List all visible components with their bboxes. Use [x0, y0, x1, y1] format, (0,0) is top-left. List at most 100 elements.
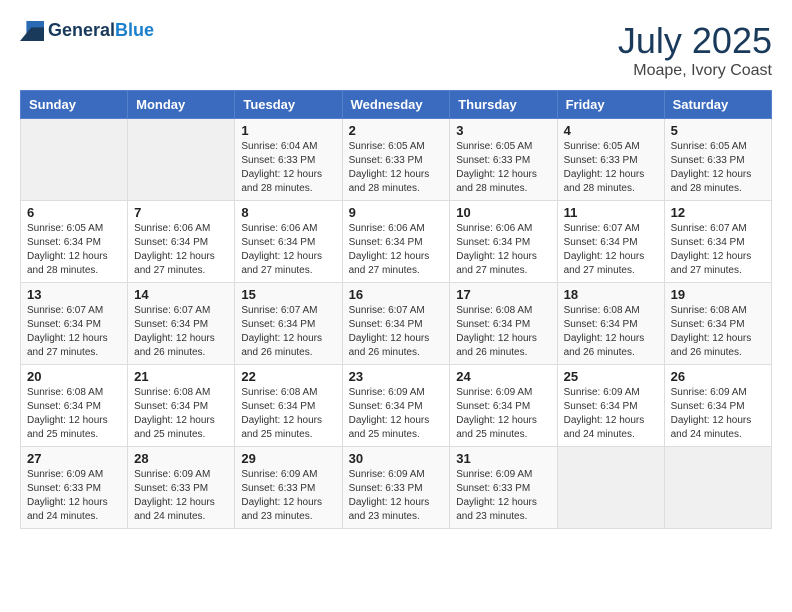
week-row-2: 6 Sunrise: 6:05 AMSunset: 6:34 PMDaylight… — [21, 201, 772, 283]
day-info: Sunrise: 6:09 AMSunset: 6:34 PMDaylight:… — [564, 386, 658, 442]
day-number: 23 — [349, 369, 444, 384]
day-info: Sunrise: 6:05 AMSunset: 6:34 PMDaylight:… — [27, 222, 121, 278]
day-info: Sunrise: 6:07 AMSunset: 6:34 PMDaylight:… — [134, 304, 228, 360]
calendar-cell: 30 Sunrise: 6:09 AMSunset: 6:33 PMDayligh… — [342, 447, 450, 529]
logo-text: GeneralBlue — [48, 20, 154, 41]
day-number: 25 — [564, 369, 658, 384]
day-number: 30 — [349, 451, 444, 466]
day-info: Sunrise: 6:05 AMSunset: 6:33 PMDaylight:… — [671, 140, 765, 196]
calendar-cell: 31 Sunrise: 6:09 AMSunset: 6:33 PMDayligh… — [450, 447, 557, 529]
calendar-cell — [128, 119, 235, 201]
day-number: 9 — [349, 205, 444, 220]
day-info: Sunrise: 6:09 AMSunset: 6:33 PMDaylight:… — [241, 468, 335, 524]
day-info: Sunrise: 6:08 AMSunset: 6:34 PMDaylight:… — [564, 304, 658, 360]
header-friday: Friday — [557, 91, 664, 119]
day-number: 14 — [134, 287, 228, 302]
calendar-cell: 10Sunrise: 6:06 AMSunset: 6:34 PMDayligh… — [450, 201, 557, 283]
week-row-4: 20 Sunrise: 6:08 AMSunset: 6:34 PMDayligh… — [21, 365, 772, 447]
title-area: July 2025 Moape, Ivory Coast — [618, 20, 772, 80]
day-number: 31 — [456, 451, 550, 466]
day-number: 11 — [564, 205, 658, 220]
header: GeneralBlue July 2025 Moape, Ivory Coast — [20, 20, 772, 80]
header-saturday: Saturday — [664, 91, 771, 119]
calendar-cell: 27 Sunrise: 6:09 AMSunset: 6:33 PMDayligh… — [21, 447, 128, 529]
day-number: 28 — [134, 451, 228, 466]
day-number: 24 — [456, 369, 550, 384]
calendar-cell: 19 Sunrise: 6:08 AMSunset: 6:34 PMDayligh… — [664, 283, 771, 365]
calendar-cell: 24 Sunrise: 6:09 AMSunset: 6:34 PMDayligh… — [450, 365, 557, 447]
day-number: 19 — [671, 287, 765, 302]
logo-general: General — [48, 20, 115, 40]
calendar-cell: 20 Sunrise: 6:08 AMSunset: 6:34 PMDayligh… — [21, 365, 128, 447]
day-info: Sunrise: 6:09 AMSunset: 6:33 PMDaylight:… — [456, 468, 550, 524]
logo: GeneralBlue — [20, 20, 154, 41]
day-info: Sunrise: 6:08 AMSunset: 6:34 PMDaylight:… — [134, 386, 228, 442]
week-row-1: 1Sunrise: 6:04 AMSunset: 6:33 PMDaylight… — [21, 119, 772, 201]
month-title: July 2025 — [618, 20, 772, 62]
weekday-header-row: SundayMondayTuesdayWednesdayThursdayFrid… — [21, 91, 772, 119]
day-info: Sunrise: 6:09 AMSunset: 6:34 PMDaylight:… — [671, 386, 765, 442]
calendar-cell: 5 Sunrise: 6:05 AMSunset: 6:33 PMDaylight… — [664, 119, 771, 201]
header-wednesday: Wednesday — [342, 91, 450, 119]
header-tuesday: Tuesday — [235, 91, 342, 119]
calendar-cell: 18 Sunrise: 6:08 AMSunset: 6:34 PMDayligh… — [557, 283, 664, 365]
day-number: 20 — [27, 369, 121, 384]
day-info: Sunrise: 6:06 AMSunset: 6:34 PMDaylight:… — [241, 222, 335, 278]
calendar-cell: 7 Sunrise: 6:06 AMSunset: 6:34 PMDaylight… — [128, 201, 235, 283]
calendar-cell: 9 Sunrise: 6:06 AMSunset: 6:34 PMDaylight… — [342, 201, 450, 283]
day-info: Sunrise: 6:08 AMSunset: 6:34 PMDaylight:… — [671, 304, 765, 360]
calendar-cell: 29Sunrise: 6:09 AMSunset: 6:33 PMDayligh… — [235, 447, 342, 529]
logo-icon — [20, 21, 44, 41]
day-number: 3 — [456, 123, 550, 138]
day-info: Sunrise: 6:06 AMSunset: 6:34 PMDaylight:… — [134, 222, 228, 278]
day-info: Sunrise: 6:07 AMSunset: 6:34 PMDaylight:… — [671, 222, 765, 278]
calendar-cell: 4Sunrise: 6:05 AMSunset: 6:33 PMDaylight… — [557, 119, 664, 201]
calendar: SundayMondayTuesdayWednesdayThursdayFrid… — [20, 90, 772, 529]
header-thursday: Thursday — [450, 91, 557, 119]
day-number: 18 — [564, 287, 658, 302]
week-row-3: 13 Sunrise: 6:07 AMSunset: 6:34 PMDayligh… — [21, 283, 772, 365]
calendar-cell — [21, 119, 128, 201]
day-info: Sunrise: 6:07 AMSunset: 6:34 PMDaylight:… — [241, 304, 335, 360]
calendar-cell: 14 Sunrise: 6:07 AMSunset: 6:34 PMDayligh… — [128, 283, 235, 365]
day-info: Sunrise: 6:06 AMSunset: 6:34 PMDaylight:… — [349, 222, 444, 278]
day-number: 2 — [349, 123, 444, 138]
logo-blue: Blue — [115, 20, 154, 40]
day-number: 10 — [456, 205, 550, 220]
day-info: Sunrise: 6:08 AMSunset: 6:34 PMDaylight:… — [27, 386, 121, 442]
day-number: 26 — [671, 369, 765, 384]
day-number: 15 — [241, 287, 335, 302]
day-info: Sunrise: 6:09 AMSunset: 6:34 PMDaylight:… — [456, 386, 550, 442]
day-info: Sunrise: 6:09 AMSunset: 6:33 PMDaylight:… — [27, 468, 121, 524]
day-info: Sunrise: 6:05 AMSunset: 6:33 PMDaylight:… — [349, 140, 444, 196]
calendar-cell: 28 Sunrise: 6:09 AMSunset: 6:33 PMDayligh… — [128, 447, 235, 529]
day-number: 6 — [27, 205, 121, 220]
day-number: 16 — [349, 287, 444, 302]
calendar-cell: 2 Sunrise: 6:05 AMSunset: 6:33 PMDaylight… — [342, 119, 450, 201]
day-info: Sunrise: 6:08 AMSunset: 6:34 PMDaylight:… — [241, 386, 335, 442]
day-number: 1 — [241, 123, 335, 138]
day-info: Sunrise: 6:07 AMSunset: 6:34 PMDaylight:… — [27, 304, 121, 360]
day-number: 8 — [241, 205, 335, 220]
calendar-cell: 23 Sunrise: 6:09 AMSunset: 6:34 PMDayligh… — [342, 365, 450, 447]
day-info: Sunrise: 6:05 AMSunset: 6:33 PMDaylight:… — [564, 140, 658, 196]
location-title: Moape, Ivory Coast — [618, 62, 772, 80]
day-info: Sunrise: 6:09 AMSunset: 6:34 PMDaylight:… — [349, 386, 444, 442]
day-number: 13 — [27, 287, 121, 302]
day-info: Sunrise: 6:05 AMSunset: 6:33 PMDaylight:… — [456, 140, 550, 196]
day-number: 5 — [671, 123, 765, 138]
day-info: Sunrise: 6:09 AMSunset: 6:33 PMDaylight:… — [134, 468, 228, 524]
day-number: 22 — [241, 369, 335, 384]
calendar-cell — [664, 447, 771, 529]
day-info: Sunrise: 6:09 AMSunset: 6:33 PMDaylight:… — [349, 468, 444, 524]
calendar-cell: 16 Sunrise: 6:07 AMSunset: 6:34 PMDayligh… — [342, 283, 450, 365]
calendar-cell: 26 Sunrise: 6:09 AMSunset: 6:34 PMDayligh… — [664, 365, 771, 447]
day-number: 27 — [27, 451, 121, 466]
day-info: Sunrise: 6:07 AMSunset: 6:34 PMDaylight:… — [349, 304, 444, 360]
calendar-cell: 22 Sunrise: 6:08 AMSunset: 6:34 PMDayligh… — [235, 365, 342, 447]
day-number: 7 — [134, 205, 228, 220]
day-number: 17 — [456, 287, 550, 302]
calendar-cell: 11 Sunrise: 6:07 AMSunset: 6:34 PMDayligh… — [557, 201, 664, 283]
calendar-cell: 1Sunrise: 6:04 AMSunset: 6:33 PMDaylight… — [235, 119, 342, 201]
day-info: Sunrise: 6:07 AMSunset: 6:34 PMDaylight:… — [564, 222, 658, 278]
